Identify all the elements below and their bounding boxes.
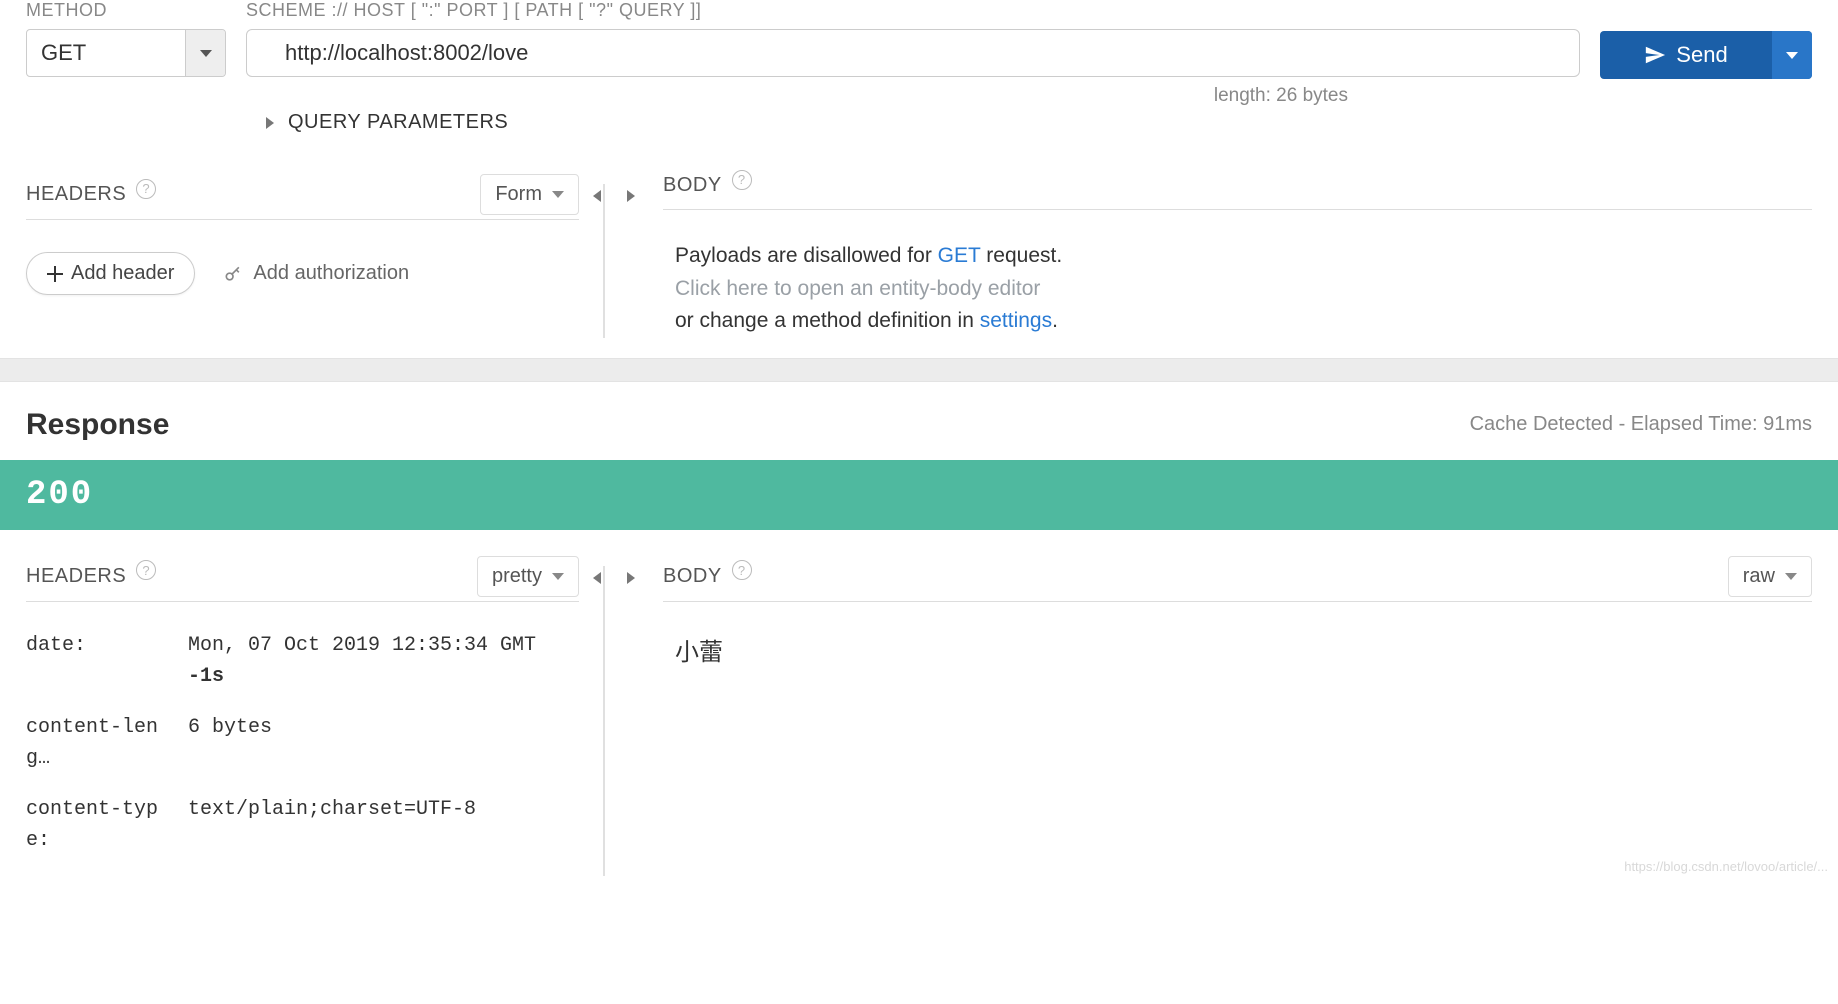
request-body-col: BODY ? Payloads are disallowed for GET r…: [605, 174, 1812, 338]
header-row: content-type: text/plain;charset=UTF-8: [26, 794, 579, 856]
add-header-label: Add header: [71, 262, 174, 285]
response-title: Response: [26, 408, 169, 442]
method-value: GET: [27, 30, 185, 76]
watermark: https://blog.csdn.net/lovoo/article/...: [1624, 859, 1828, 874]
response-body-content: 小蕾: [663, 632, 1812, 667]
response-headers-list: date: Mon, 07 Oct 2019 12:35:34 GMT -1s …: [26, 630, 579, 856]
response-headers-title-wrap: HEADERS ?: [26, 565, 156, 588]
send-icon: [1644, 44, 1666, 66]
chevron-left-icon: [593, 190, 601, 202]
help-icon[interactable]: ?: [732, 560, 752, 580]
request-section: METHOD GET SCHEME :// HOST [ ":" PORT ] …: [0, 0, 1838, 358]
response-body-title: BODY: [663, 565, 722, 588]
collapse-left-arrow[interactable]: [589, 188, 605, 204]
header-key: content-type:: [26, 794, 178, 856]
request-body-title: BODY: [663, 174, 722, 197]
section-separator: [0, 358, 1838, 382]
method-caret-button[interactable]: [185, 30, 225, 76]
caret-down-icon: [200, 50, 212, 57]
plus-icon: [47, 266, 63, 282]
header-key: content-leng…: [26, 712, 178, 774]
header-val-suffix: -1s: [188, 661, 579, 692]
url-input[interactable]: [246, 29, 1580, 77]
response-columns: HEADERS ? pretty date: Mon, 07 Oct 2019 …: [0, 530, 1838, 876]
response-meta: Cache Detected - Elapsed Time: 91ms: [1470, 413, 1812, 436]
body-msg-prefix: Payloads are disallowed for: [675, 244, 938, 267]
response-body-header: BODY ? raw: [663, 556, 1812, 602]
method-field: METHOD GET: [26, 0, 226, 77]
chevron-left-icon: [593, 572, 601, 584]
header-row: content-leng… 6 bytes: [26, 712, 579, 774]
response-header: Response Cache Detected - Elapsed Time: …: [0, 382, 1838, 460]
chevron-right-icon: [627, 572, 635, 584]
resp-body-mode-select[interactable]: raw: [1728, 556, 1812, 597]
collapse-right-arrow[interactable]: [623, 188, 639, 204]
resp-headers-mode-select[interactable]: pretty: [477, 556, 579, 597]
query-params-toggle[interactable]: QUERY PARAMETERS: [266, 111, 508, 134]
help-icon[interactable]: ?: [136, 179, 156, 199]
caret-down-icon: [1785, 573, 1797, 580]
help-icon[interactable]: ?: [732, 170, 752, 190]
add-authorization-label: Add authorization: [253, 262, 409, 285]
url-field: SCHEME :// HOST [ ":" PORT ] [ PATH [ "?…: [246, 0, 1580, 107]
key-icon: [223, 264, 243, 284]
header-row: date: Mon, 07 Oct 2019 12:35:34 GMT -1s: [26, 630, 579, 692]
send-button-label: Send: [1676, 42, 1727, 68]
response-headers-header: HEADERS ? pretty: [26, 556, 579, 602]
response-headers-title: HEADERS: [26, 565, 126, 588]
body-msg-method-link[interactable]: GET: [938, 244, 981, 267]
add-header-button[interactable]: Add header: [26, 252, 195, 295]
send-button-main[interactable]: Send: [1600, 31, 1772, 79]
add-authorization-button[interactable]: Add authorization: [223, 262, 409, 285]
resp-body-mode-value: raw: [1743, 565, 1775, 588]
headers-mode-select[interactable]: Form: [480, 174, 579, 215]
query-params-label: QUERY PARAMETERS: [288, 111, 508, 134]
send-button-split[interactable]: [1772, 31, 1812, 79]
url-label: SCHEME :// HOST [ ":" PORT ] [ PATH [ "?…: [246, 0, 1580, 21]
caret-down-icon: [1786, 52, 1798, 59]
response-status-bar: 200: [0, 460, 1838, 530]
method-select[interactable]: GET: [26, 29, 226, 77]
response-section: Response Cache Detected - Elapsed Time: …: [0, 382, 1838, 876]
send-field: Send: [1600, 0, 1812, 79]
chevron-right-icon: [266, 117, 274, 129]
request-headers-header: HEADERS ? Form: [26, 174, 579, 220]
caret-down-icon: [552, 573, 564, 580]
request-headers-title-wrap: HEADERS ?: [26, 183, 156, 206]
body-msg-period: .: [1052, 309, 1058, 332]
help-icon[interactable]: ?: [136, 560, 156, 580]
request-columns: HEADERS ? Form Add header Add authorizat…: [26, 174, 1812, 338]
collapse-left-arrow[interactable]: [589, 570, 605, 586]
settings-link[interactable]: settings: [980, 309, 1052, 332]
response-headers-col: HEADERS ? pretty date: Mon, 07 Oct 2019 …: [26, 556, 603, 876]
collapse-right-arrow[interactable]: [623, 570, 639, 586]
body-msg-orchange: or change a method definition in: [675, 309, 980, 332]
method-label: METHOD: [26, 0, 226, 21]
url-length-info: length: 26 bytes: [246, 85, 1580, 107]
headers-mode-value: Form: [495, 183, 542, 206]
request-headers-col: HEADERS ? Form Add header Add authorizat…: [26, 174, 603, 338]
header-val: Mon, 07 Oct 2019 12:35:34 GMT -1s: [188, 630, 579, 692]
response-body-title-wrap: BODY ?: [663, 565, 752, 588]
chevron-right-icon: [627, 190, 635, 202]
request-body-title-wrap: BODY ?: [663, 174, 752, 197]
body-disallowed-message: Payloads are disallowed for GET request.…: [663, 240, 1812, 338]
header-val: 6 bytes: [188, 712, 579, 774]
resp-headers-mode-value: pretty: [492, 565, 542, 588]
request-headers-title: HEADERS: [26, 183, 126, 206]
caret-down-icon: [552, 191, 564, 198]
open-body-editor-link[interactable]: Click here to open an entity-body editor: [675, 273, 1812, 306]
body-msg-suffix: request.: [980, 244, 1062, 267]
header-key: date:: [26, 630, 178, 692]
response-body-col: BODY ? raw 小蕾: [605, 556, 1812, 876]
header-val: text/plain;charset=UTF-8: [188, 794, 579, 856]
send-button[interactable]: Send: [1600, 31, 1812, 79]
response-status-code: 200: [26, 476, 93, 514]
request-top-row: METHOD GET SCHEME :// HOST [ ":" PORT ] …: [26, 0, 1812, 107]
header-actions: Add header Add authorization: [26, 252, 579, 295]
query-params-row: QUERY PARAMETERS: [26, 111, 1812, 134]
